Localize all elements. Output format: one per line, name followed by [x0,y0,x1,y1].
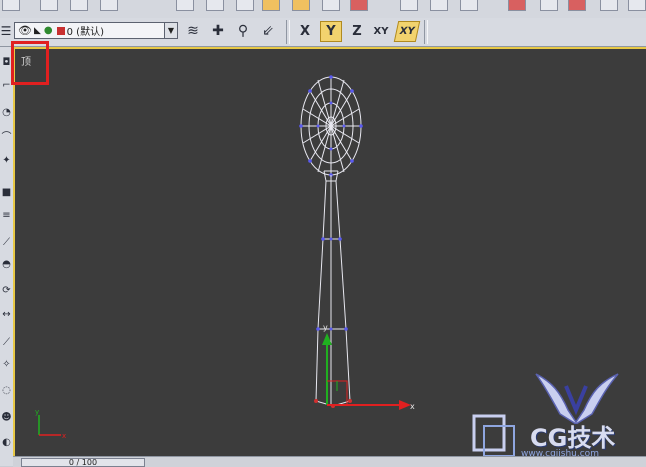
tool-icon[interactable]: ◌ [1,385,12,396]
tool-icon[interactable]: ☻ [1,412,12,423]
freeze-icon[interactable]: ◣ [34,26,41,36]
layer-dropdown[interactable]: 👁 ◣ ● 0 (默认) ▼ [14,22,178,39]
tool-icon[interactable]: ↔ [1,309,12,320]
toolbar-icon[interactable] [322,0,340,11]
spoon-handle-wireframe[interactable] [315,170,351,407]
svg-text:y: y [35,408,39,416]
tool-icon[interactable]: ⟋ [1,337,12,348]
axis-xy-plane-button[interactable]: XY [393,21,421,42]
left-tool-column: ◘ ⌐ ◔ ⌒ ✦ ■ ≡ ⟋ ◓ ⟳ ↔ ⟋ ✧ ◌ ☻ ◐ [0,47,14,466]
tool-icon[interactable]: ✧ [1,359,12,370]
toolbar-icon[interactable] [292,0,310,11]
toolbar-icon[interactable] [206,0,224,11]
layer-color-swatch[interactable] [56,26,65,35]
toolbar-icon[interactable] [508,0,526,11]
watermark-text: CG技术 [530,424,616,452]
tool-icon[interactable]: ◐ [1,437,12,448]
toolbar-icon[interactable] [600,0,618,11]
svg-text:x: x [62,432,66,440]
axis-xy-button[interactable]: XY [370,21,392,42]
svg-text:y: y [323,323,328,332]
handle-end-vertices [314,399,352,408]
axis-y-button[interactable]: Y [320,21,342,42]
world-axis-tripod: y x [35,408,66,440]
toolbar-icon[interactable] [2,0,20,11]
set-current-layer-icon[interactable]: ⇙ [258,21,278,41]
add-layer-icon[interactable]: ✚ [208,21,228,41]
toolbar-separator [424,20,428,44]
toolbar-icon[interactable] [350,0,368,11]
eye-icon[interactable]: 👁 [18,24,32,37]
tool-icon[interactable]: ✦ [1,155,12,166]
tool-icon[interactable]: ≡ [1,210,12,221]
toolbar-icon[interactable] [460,0,478,11]
time-slider[interactable]: 0 / 100 [13,456,646,467]
tool-icon[interactable]: ⟋ [1,237,12,248]
tool-icon[interactable]: ■ [1,187,12,198]
toolbar-separator [286,20,290,44]
toolbar-icon[interactable] [40,0,58,11]
select-in-layer-icon[interactable]: ⚲ [233,21,253,41]
svg-text:x: x [410,402,415,411]
axis-z-button[interactable]: Z [346,21,368,42]
layer-dropdown-value: 0 (默认) [66,27,104,38]
toolbar-icon[interactable] [70,0,88,11]
axis-x-button[interactable]: X [294,21,316,42]
watermark-box-icon [472,414,515,457]
chevron-down-icon[interactable]: ▼ [164,23,177,38]
watermark-logo [535,373,619,424]
toolbar-icon[interactable] [540,0,558,11]
layer-manager-icon[interactable]: ≋ [183,21,203,41]
tool-icon[interactable]: ◓ [1,259,12,270]
tool-icon[interactable]: ⟳ [1,285,12,296]
toolbar-icon[interactable] [430,0,448,11]
toolbar-icon[interactable] [236,0,254,11]
toolbar-icon[interactable] [568,0,586,11]
toolbar-icon[interactable] [262,0,280,11]
toolbar-icon[interactable] [400,0,418,11]
render-icon[interactable]: ● [44,25,53,36]
toolbar-icon[interactable] [628,0,646,11]
tool-icon[interactable]: ⌒ [1,132,12,143]
toolbar-icon[interactable] [100,0,118,11]
layer-toolbar: ☰ 👁 ◣ ● 0 (默认) ▼ ≋ ✚ ⚲ ⇙ X Y Z XY XY [0,18,646,47]
tool-icon[interactable]: ◔ [1,107,12,118]
main-toolbar-top-row [0,0,646,19]
move-gizmo[interactable]: y x [322,323,415,411]
toolbar-icon[interactable] [176,0,194,11]
